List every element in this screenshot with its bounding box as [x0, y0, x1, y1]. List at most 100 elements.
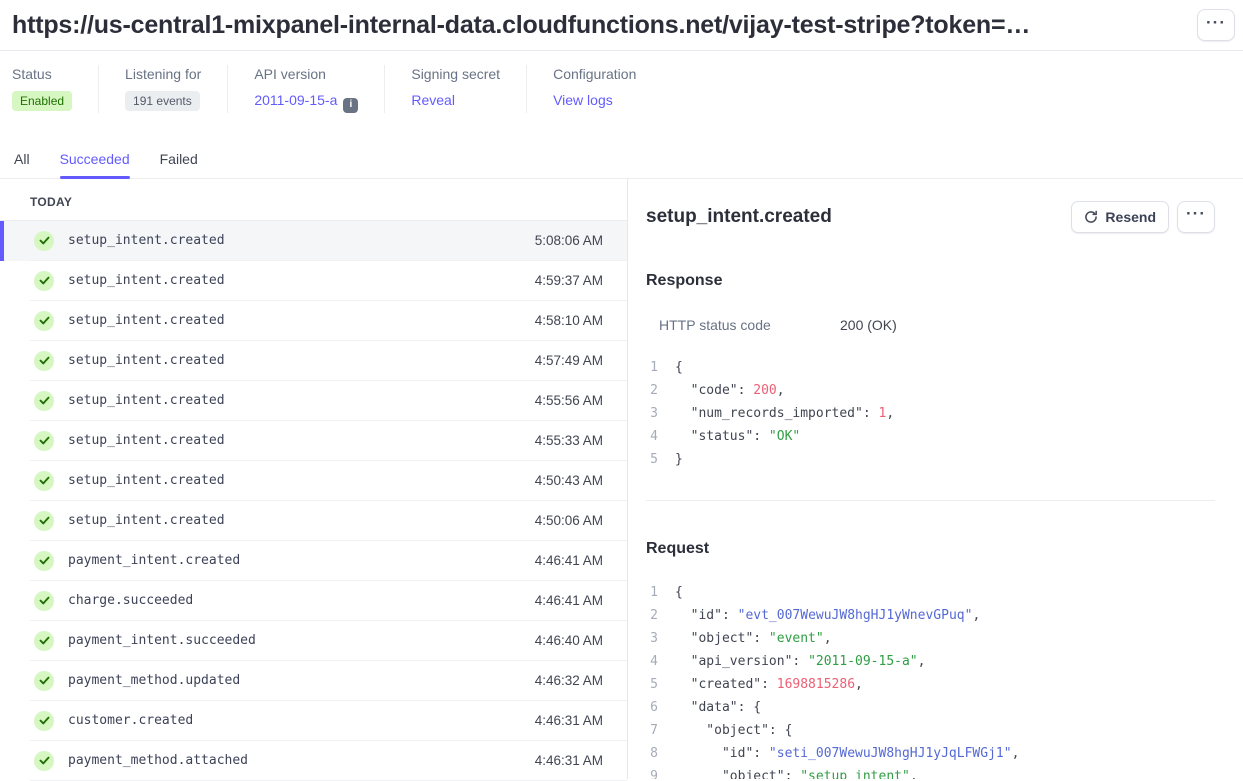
- event-time: 4:55:56 AM: [535, 393, 603, 408]
- event-time: 4:57:49 AM: [535, 353, 603, 368]
- api-version-link[interactable]: 2011-09-15-a: [254, 92, 337, 108]
- list-item[interactable]: setup_intent.created 4:55:56 AM: [0, 381, 627, 421]
- line-number: 5: [646, 448, 658, 471]
- page-title: https://us-central1-mixpanel-internal-da…: [12, 11, 1197, 40]
- event-type: payment_method.updated: [68, 673, 240, 688]
- event-time: 4:46:32 AM: [535, 673, 603, 688]
- list-item[interactable]: payment_intent.created 4:46:41 AM: [0, 541, 627, 581]
- check-icon: [34, 511, 54, 531]
- detail-header: setup_intent.created Resend ···: [646, 201, 1215, 233]
- line-number: 3: [646, 402, 658, 425]
- event-time: 4:58:10 AM: [535, 313, 603, 328]
- code-line: 1{: [646, 356, 1215, 379]
- tab-succeeded[interactable]: Succeeded: [60, 147, 130, 178]
- event-time: 4:50:06 AM: [535, 513, 603, 528]
- list-item[interactable]: setup_intent.created4:50:06 AM: [0, 501, 627, 541]
- check-icon: [34, 671, 54, 691]
- meta-api-version: API version 2011-09-15-a i: [227, 65, 384, 113]
- event-list-panel: TODAY setup_intent.created5:08:06 AMsetu…: [0, 179, 628, 779]
- line-number: 1: [646, 356, 658, 379]
- event-type: setup_intent.created: [68, 393, 225, 408]
- line-number: 2: [646, 379, 658, 402]
- check-icon: [34, 591, 54, 611]
- meta-status: Status Enabled: [12, 65, 98, 113]
- line-number: 7: [646, 719, 658, 742]
- info-icon[interactable]: i: [343, 98, 358, 113]
- reveal-link[interactable]: Reveal: [411, 92, 455, 108]
- section-divider: [646, 500, 1215, 501]
- check-icon: [34, 271, 54, 291]
- ellipsis-icon: ···: [1206, 14, 1226, 31]
- listening-for-label: Listening for: [125, 65, 201, 83]
- line-number: 3: [646, 627, 658, 650]
- list-item[interactable]: customer.created4:46:31 AM: [0, 701, 627, 741]
- event-time: 4:46:31 AM: [535, 753, 603, 768]
- list-item[interactable]: setup_intent.created 4:55:33 AM: [0, 421, 627, 461]
- event-time: 4:55:33 AM: [535, 433, 603, 448]
- event-type: setup_intent.created: [68, 273, 225, 288]
- list-item[interactable]: setup_intent.created4:59:37 AM: [0, 261, 627, 301]
- event-time: 4:46:31 AM: [535, 713, 603, 728]
- check-icon: [34, 351, 54, 371]
- list-item[interactable]: setup_intent.created4:58:10 AM: [0, 301, 627, 341]
- event-type: setup_intent.created: [68, 233, 225, 248]
- event-type: payment_intent.succeeded: [68, 633, 256, 648]
- line-number: 5: [646, 673, 658, 696]
- resend-button[interactable]: Resend: [1071, 201, 1169, 233]
- meta-listening-for: Listening for 191 events: [98, 65, 227, 113]
- status-badge: Enabled: [12, 91, 72, 111]
- resend-button-label: Resend: [1105, 209, 1156, 225]
- code-line: 7 "object": {: [646, 719, 1215, 742]
- event-time: 5:08:06 AM: [535, 233, 603, 248]
- code-line: 2 "code": 200,: [646, 379, 1215, 402]
- http-status-row: HTTP status code 200 (OK): [659, 317, 1215, 333]
- event-time: 4:46:41 AM: [535, 553, 603, 568]
- event-list: setup_intent.created5:08:06 AMsetup_inte…: [0, 221, 627, 781]
- event-type: setup_intent.created: [68, 353, 225, 368]
- event-time: 4:46:40 AM: [535, 633, 603, 648]
- line-number: 9: [646, 765, 658, 779]
- response-code-block: 1{2 "code": 200,3 "num_records_imported"…: [646, 356, 1215, 471]
- ellipsis-icon: ···: [1186, 205, 1206, 222]
- list-item[interactable]: charge.succeeded4:46:41 AM: [0, 581, 627, 621]
- result-filter-tabs: All Succeeded Failed: [0, 147, 1243, 179]
- event-type: setup_intent.created: [68, 473, 225, 488]
- code-line: 1{: [646, 581, 1215, 604]
- code-line: 3 "num_records_imported": 1,: [646, 402, 1215, 425]
- code-line: 2 "id": "evt_007WewuJW8hgHJ1yWnevGPuq",: [646, 604, 1215, 627]
- event-type: payment_intent.created: [68, 553, 240, 568]
- configuration-label: Configuration: [553, 65, 636, 83]
- list-item[interactable]: payment_method.updated 4:46:32 AM: [0, 661, 627, 701]
- list-item[interactable]: setup_intent.created 4:50:43 AM: [0, 461, 627, 501]
- list-item[interactable]: setup_intent.created 4:57:49 AM: [0, 341, 627, 381]
- code-line: 6 "data": {: [646, 696, 1215, 719]
- check-icon: [34, 631, 54, 651]
- check-icon: [34, 431, 54, 451]
- line-number: 1: [646, 581, 658, 604]
- code-line: 5 "created": 1698815286,: [646, 673, 1215, 696]
- check-icon: [34, 551, 54, 571]
- signing-secret-label: Signing secret: [411, 65, 500, 83]
- view-logs-link[interactable]: View logs: [553, 92, 613, 108]
- check-icon: [34, 751, 54, 771]
- event-group-header: TODAY: [0, 179, 627, 221]
- http-status-value: 200 (OK): [840, 317, 897, 333]
- line-number: 4: [646, 425, 658, 448]
- event-time: 4:50:43 AM: [535, 473, 603, 488]
- response-heading: Response: [646, 272, 1215, 290]
- status-label: Status: [12, 65, 72, 83]
- page-header: https://us-central1-mixpanel-internal-da…: [0, 0, 1243, 51]
- event-type: setup_intent.created: [68, 433, 225, 448]
- tab-all[interactable]: All: [14, 147, 30, 178]
- api-version-label: API version: [254, 65, 358, 83]
- list-item[interactable]: setup_intent.created 5:08:06 AM: [0, 221, 627, 261]
- list-item[interactable]: payment_intent.succeeded 4:46:40 AM: [0, 621, 627, 661]
- tab-failed[interactable]: Failed: [160, 147, 198, 178]
- check-icon: [34, 471, 54, 491]
- detail-overflow-button[interactable]: ···: [1177, 201, 1215, 233]
- list-item[interactable]: payment_method.attached4:46:31 AM: [0, 741, 627, 781]
- check-icon: [34, 711, 54, 731]
- header-overflow-button[interactable]: ···: [1197, 9, 1235, 41]
- check-icon: [34, 391, 54, 411]
- event-time: 4:46:41 AM: [535, 593, 603, 608]
